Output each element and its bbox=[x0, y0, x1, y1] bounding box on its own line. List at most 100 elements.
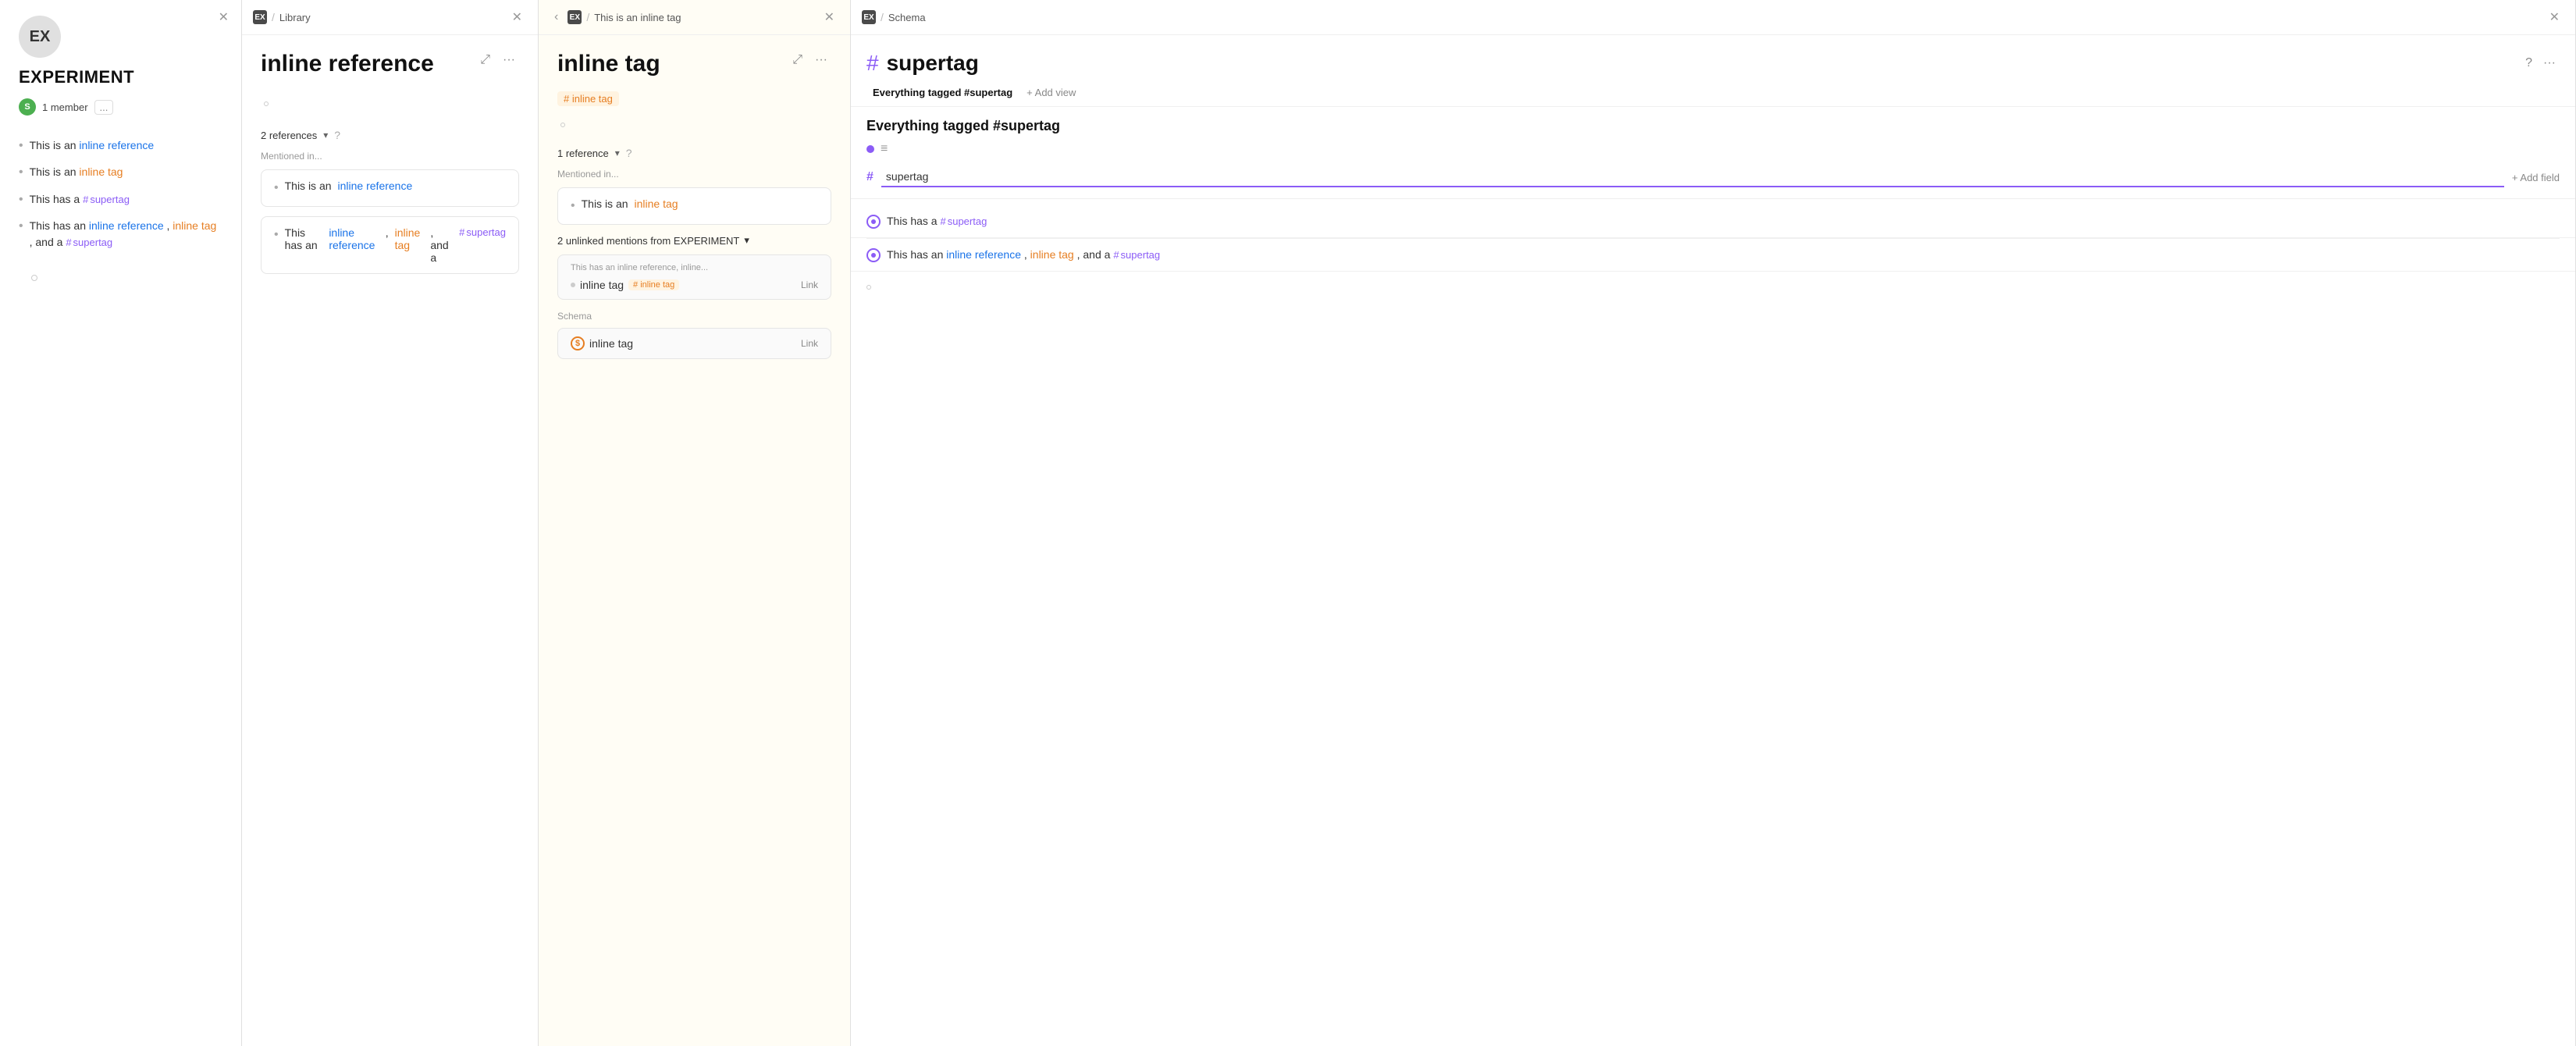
list-item-prefix: This has a bbox=[30, 193, 83, 205]
inline-tag-link[interactable]: inline tag bbox=[79, 165, 123, 178]
unlinked-link-button[interactable]: Link bbox=[801, 279, 818, 290]
breadcrumb-title-3: This is an inline tag bbox=[594, 12, 681, 23]
library-toolbar: ⤢ ··· bbox=[476, 51, 519, 69]
more-icon[interactable]: ··· bbox=[499, 51, 519, 69]
help-icon-4[interactable]: ? bbox=[2521, 54, 2536, 73]
ref-count-label-3: 1 reference bbox=[557, 148, 609, 159]
panel-1-close-button[interactable]: ✕ bbox=[214, 8, 233, 27]
list-item: This has an inline reference , inline ta… bbox=[19, 218, 222, 251]
breadcrumb-title-4: Schema bbox=[888, 12, 926, 23]
unlinked-item-content: inline tag # inline tag bbox=[571, 279, 679, 291]
ref-card-2-supertag[interactable]: # supertag bbox=[459, 226, 506, 238]
entry-2-link2[interactable]: inline tag bbox=[1030, 248, 1074, 261]
inline-reference-link-2[interactable]: inline reference bbox=[89, 219, 164, 232]
help-icon[interactable]: ? bbox=[334, 129, 340, 141]
supertag-main-tab[interactable]: Everything tagged #supertag bbox=[866, 84, 1019, 101]
inline-tag-badge[interactable]: # inline tag bbox=[557, 91, 619, 106]
supertag-toolbar: ? ··· bbox=[2521, 54, 2560, 73]
entry-2-supertag[interactable]: # supertag bbox=[1113, 247, 1160, 263]
list-item-text: This is an inline tag bbox=[30, 164, 222, 180]
entry-2-link1[interactable]: inline reference bbox=[946, 248, 1021, 261]
references-count-bar[interactable]: 2 references ▾ ? bbox=[261, 129, 519, 141]
reference-card-1: This is an inline reference bbox=[261, 169, 519, 207]
supertag-section-title: Everything tagged #supertag bbox=[851, 107, 2575, 142]
hash-icon: # bbox=[83, 192, 88, 208]
hash-icon-2: # bbox=[66, 235, 71, 251]
list-item-text: This has an inline reference , inline ta… bbox=[30, 218, 222, 251]
list-item: This has a # supertag bbox=[19, 191, 222, 208]
list-item-prefix: This has an bbox=[30, 219, 89, 232]
supertag-badge[interactable]: # supertag bbox=[83, 192, 130, 208]
panel-3-back-button[interactable]: ‹ bbox=[550, 9, 563, 26]
member-more-button[interactable]: ... bbox=[94, 100, 114, 115]
mentioned-in-label-3: Mentioned in... bbox=[557, 169, 831, 180]
schema-item-icon: $ bbox=[571, 336, 585, 350]
inline-tag-ref-link[interactable]: inline tag bbox=[635, 197, 678, 210]
panel-2-close-button[interactable]: ✕ bbox=[507, 8, 527, 27]
entry-2-text: This has an inline reference , inline ta… bbox=[887, 247, 2560, 263]
expand-icon-3[interactable]: ⤢ bbox=[788, 51, 806, 69]
entry-1-prefix: This has a bbox=[887, 215, 940, 227]
schema-link-button[interactable]: Link bbox=[801, 338, 818, 349]
schema-item-label: inline tag bbox=[589, 337, 633, 350]
add-view-button[interactable]: + Add view bbox=[1026, 87, 1076, 98]
supertag-label-3: supertag bbox=[466, 226, 506, 238]
supertag-fields-row: # + Add field bbox=[851, 162, 2575, 192]
ref-card-2-comma: , bbox=[386, 226, 389, 239]
supertag-hash-icon: # bbox=[866, 51, 879, 76]
list-view-icon[interactable]: ≡ bbox=[881, 142, 888, 156]
more-icon-3[interactable]: ··· bbox=[811, 51, 831, 69]
empty-bullet-4 bbox=[866, 285, 871, 290]
inline-tag-toolbar: ⤢ ··· bbox=[788, 51, 831, 69]
library-panel: EX / Library ✕ inline reference ⤢ ··· 2 … bbox=[242, 0, 539, 1046]
list-item-prefix: This is an bbox=[30, 165, 80, 178]
reference-card-2: This has an inline reference , inline ta… bbox=[261, 216, 519, 274]
ref-card-2-link1[interactable]: inline reference bbox=[329, 226, 379, 251]
schema-section-label: Schema bbox=[557, 311, 831, 322]
supertag-badge-2[interactable]: # supertag bbox=[66, 235, 112, 251]
supertag-label-e2: supertag bbox=[1121, 247, 1161, 263]
ref-count-bar-3[interactable]: 1 reference ▾ ? bbox=[557, 147, 831, 159]
ref-card-2-and: , and a bbox=[430, 226, 453, 264]
unlinked-item-tag-badge: # inline tag bbox=[628, 279, 679, 290]
workspace-logo: EX bbox=[19, 16, 61, 58]
empty-bullet-3 bbox=[560, 123, 565, 127]
list-item-and: , and a bbox=[30, 236, 66, 248]
unlinked-mentions-bar[interactable]: 2 unlinked mentions from EXPERIMENT ▾ bbox=[557, 234, 831, 247]
supertag-title: supertag bbox=[887, 51, 979, 76]
supertag-header: # supertag ? ··· bbox=[851, 35, 2575, 79]
unlinked-item-row: inline tag # inline tag Link bbox=[571, 279, 818, 291]
avatar: S bbox=[19, 98, 36, 116]
more-icon-4[interactable]: ··· bbox=[2539, 54, 2560, 73]
entry-1-supertag[interactable]: # supertag bbox=[940, 214, 987, 229]
empty-bullet bbox=[264, 101, 269, 106]
ref-card-1-link[interactable]: inline reference bbox=[338, 180, 413, 192]
inline-tag-ref-card: This is an inline tag bbox=[557, 187, 831, 225]
hash-icon-e1: # bbox=[940, 214, 945, 229]
supertag-tabs-bar: Everything tagged #supertag + Add view bbox=[851, 79, 2575, 107]
workspace-panel: ✕ EX EXPERIMENT S 1 member ... This is a… bbox=[0, 0, 242, 1046]
inline-reference-link[interactable]: inline reference bbox=[79, 139, 154, 151]
workspace-bullet-list: This is an inline reference This is an i… bbox=[19, 137, 222, 260]
inline-tag-ref-content: This is an inline tag bbox=[571, 197, 818, 215]
supertag-field-input[interactable] bbox=[881, 167, 2504, 187]
supertag-label-2: supertag bbox=[73, 235, 113, 251]
item-dot bbox=[571, 283, 575, 287]
add-field-button[interactable]: + Add field bbox=[2512, 172, 2560, 183]
hash-icon-e2: # bbox=[1113, 247, 1119, 263]
panel-3-close-button[interactable]: ✕ bbox=[820, 8, 839, 27]
expand-icon[interactable]: ⤢ bbox=[476, 51, 494, 69]
list-item-prefix: This is an bbox=[30, 139, 80, 151]
supertag-label: supertag bbox=[90, 192, 130, 208]
supertag-label-e1: supertag bbox=[948, 214, 987, 229]
help-icon-3[interactable]: ? bbox=[626, 147, 632, 159]
list-item: This is an inline reference bbox=[19, 137, 222, 155]
unlinked-mentions-label: 2 unlinked mentions from EXPERIMENT bbox=[557, 235, 739, 247]
member-row: S 1 member ... bbox=[19, 98, 222, 116]
list-item-text: This is an inline reference bbox=[30, 137, 222, 154]
panel-4-close-button[interactable]: ✕ bbox=[2545, 8, 2564, 27]
inline-tag-link-2[interactable]: inline tag bbox=[173, 219, 216, 232]
ref-card-2-link2[interactable]: inline tag bbox=[395, 226, 425, 251]
schema-item-content: $ inline tag bbox=[571, 336, 633, 350]
breadcrumb-title: Library bbox=[279, 12, 311, 23]
